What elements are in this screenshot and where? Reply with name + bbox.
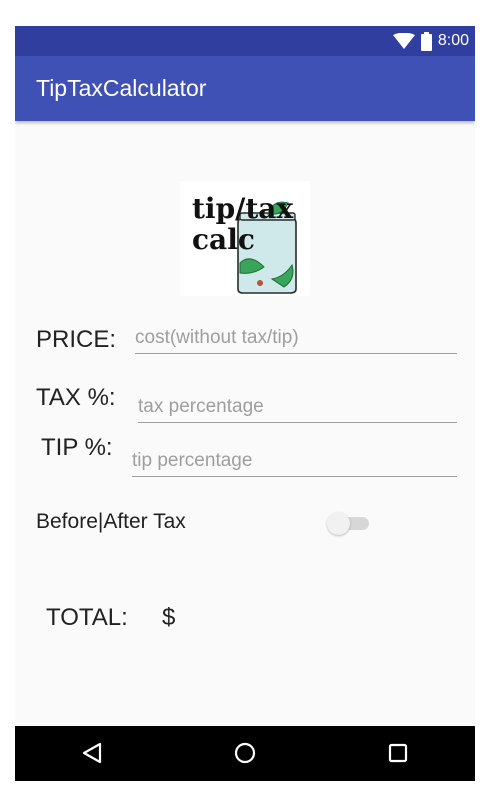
before-after-tax-switch[interactable] [327,512,373,535]
svg-text:calc: calc [192,223,255,256]
status-bar: 8:00 [15,26,475,56]
back-icon [82,742,102,764]
price-field[interactable] [135,323,457,354]
tax-input[interactable] [138,392,457,422]
status-icons: 8:00 [392,31,469,51]
app-bar: TipTaxCalculator [15,56,475,121]
tax-field[interactable] [138,392,457,423]
phone-screen: 8:00 TipTaxCalculator tip/tax calc PRICE… [15,26,475,781]
tip-tax-calc-logo: tip/tax calc [180,181,310,296]
home-icon [234,742,256,764]
status-time: 8:00 [437,32,469,49]
logo-graphic: tip/tax calc [180,181,310,296]
app-title: TipTaxCalculator [36,75,207,101]
recents-button[interactable] [381,738,415,768]
total-currency: $ [162,604,176,631]
back-button[interactable] [75,738,109,768]
tip-input[interactable] [132,446,457,476]
switch-thumb [327,512,350,535]
total-label: TOTAL: [46,604,128,631]
tax-label: TAX %: [36,384,116,411]
home-button[interactable] [228,738,262,768]
price-input[interactable] [135,323,457,353]
svg-text:tip/tax: tip/tax [192,192,293,225]
navigation-bar [15,726,475,781]
tip-label: TIP %: [41,434,113,461]
wifi-icon [392,33,415,49]
before-after-tax-label: Before|After Tax [36,510,186,533]
battery-icon [420,31,432,51]
recents-icon [388,743,408,763]
tip-field[interactable] [132,446,457,477]
price-label: PRICE: [36,326,117,353]
